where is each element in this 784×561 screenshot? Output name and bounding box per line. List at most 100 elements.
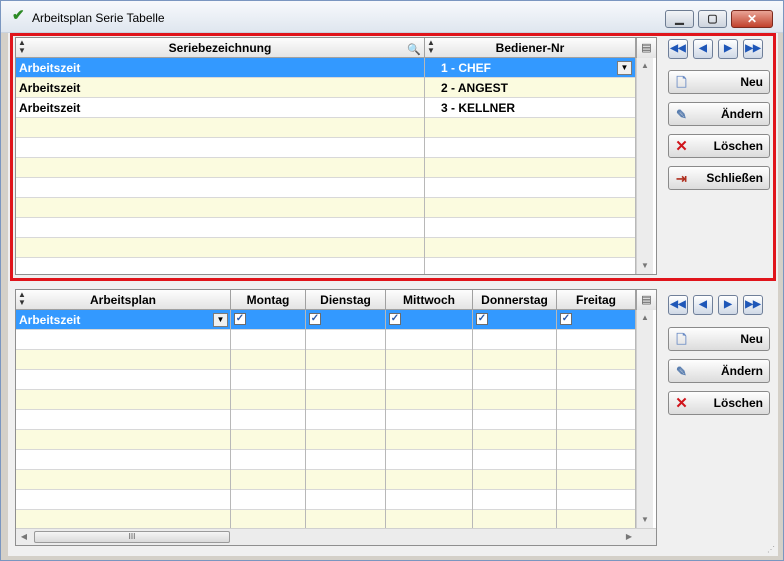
cell-dienstag[interactable] (306, 470, 386, 490)
cell-freitag[interactable] (557, 350, 636, 370)
column-header-dienstag[interactable]: Dienstag (306, 290, 386, 310)
cell-mittwoch[interactable]: ✓ (386, 310, 473, 330)
cell-arbeitsplan[interactable] (16, 410, 231, 430)
cell-freitag[interactable] (557, 410, 636, 430)
empty-row[interactable] (16, 370, 636, 390)
checkbox-mittwoch[interactable]: ✓ (389, 313, 401, 325)
checkbox-freitag[interactable]: ✓ (560, 313, 572, 325)
column-header-freitag[interactable]: Freitag (557, 290, 636, 310)
cell-mittwoch[interactable] (386, 410, 473, 430)
cell-montag[interactable] (231, 470, 306, 490)
cell-dienstag[interactable] (306, 450, 386, 470)
cell-donnerstag[interactable] (473, 450, 557, 470)
cell-montag[interactable] (231, 330, 306, 350)
cell-dienstag[interactable]: ✓ (306, 310, 386, 330)
top-close-button[interactable]: ⇥ Schließen (668, 166, 770, 190)
minimize-button[interactable]: ▁ (665, 10, 694, 28)
cell-donnerstag[interactable] (473, 470, 557, 490)
cell-dienstag[interactable] (306, 430, 386, 450)
empty-row[interactable] (16, 390, 636, 410)
empty-row[interactable] (16, 158, 636, 178)
close-button[interactable]: ✕ (731, 10, 773, 28)
cell-arbeitsplan[interactable] (16, 430, 231, 450)
first-record-button[interactable]: ◀◀ (668, 39, 688, 59)
cell-arbeitsplan[interactable] (16, 370, 231, 390)
search-icon[interactable]: 🔍 (407, 40, 421, 60)
cell-seriebezeichnung[interactable] (16, 158, 425, 178)
empty-row[interactable] (16, 258, 636, 274)
cell-donnerstag[interactable] (473, 410, 557, 430)
horizontal-scrollbar[interactable]: ◀ III ▶ (16, 528, 656, 545)
cell-bediener-nr[interactable] (425, 118, 636, 138)
table-row[interactable]: Arbeitszeit 1 - CHEF ▼ (16, 58, 636, 78)
cell-dienstag[interactable] (306, 370, 386, 390)
cell-montag[interactable] (231, 450, 306, 470)
cell-dienstag[interactable] (306, 390, 386, 410)
column-header-montag[interactable]: Montag (231, 290, 306, 310)
cell-bediener-nr[interactable]: 1 - CHEF (425, 58, 636, 78)
empty-row[interactable] (16, 218, 636, 238)
cell-mittwoch[interactable] (386, 390, 473, 410)
vertical-scrollbar[interactable]: ▲ ▼ (636, 58, 653, 274)
empty-row[interactable] (16, 118, 636, 138)
cell-freitag[interactable] (557, 370, 636, 390)
cell-montag[interactable] (231, 430, 306, 450)
cell-freitag[interactable] (557, 490, 636, 510)
cell-arbeitsplan[interactable] (16, 510, 231, 530)
empty-row[interactable] (16, 238, 636, 258)
cell-seriebezeichnung[interactable] (16, 118, 425, 138)
cell-mittwoch[interactable] (386, 450, 473, 470)
column-header-seriebezeichnung[interactable]: ▲ ▼ Seriebezeichnung 🔍 (16, 38, 425, 58)
empty-row[interactable] (16, 470, 636, 490)
table-row[interactable]: Arbeitszeit ✓ ✓ ✓ ✓ ✓ ▼ (16, 310, 636, 330)
scroll-up-icon[interactable]: ▲ (637, 58, 653, 74)
cell-mittwoch[interactable] (386, 370, 473, 390)
cell-donnerstag[interactable] (473, 510, 557, 530)
cell-bediener-nr[interactable] (425, 178, 636, 198)
checkbox-dienstag[interactable]: ✓ (309, 313, 321, 325)
cell-montag[interactable] (231, 370, 306, 390)
bottom-new-button[interactable]: 🗋 Neu (668, 327, 770, 351)
cell-donnerstag[interactable]: ✓ (473, 310, 557, 330)
column-header-bediener-nr[interactable]: ▲ ▼ Bediener-Nr (425, 38, 636, 58)
last-record-button[interactable]: ▶▶ (743, 39, 763, 59)
cell-bediener-nr[interactable] (425, 238, 636, 258)
cell-freitag[interactable]: ✓ (557, 310, 636, 330)
next-record-button[interactable]: ▶ (718, 39, 738, 59)
cell-dienstag[interactable] (306, 490, 386, 510)
empty-row[interactable] (16, 350, 636, 370)
column-chooser-icon[interactable]: ▤ (636, 290, 656, 310)
empty-row[interactable] (16, 450, 636, 470)
empty-row[interactable] (16, 198, 636, 218)
empty-row[interactable] (16, 410, 636, 430)
maximize-button[interactable]: ▢ (698, 10, 727, 28)
empty-row[interactable] (16, 138, 636, 158)
scroll-right-icon[interactable]: ▶ (621, 529, 637, 545)
cell-bediener-nr[interactable] (425, 258, 636, 274)
scroll-left-icon[interactable]: ◀ (16, 529, 32, 545)
cell-montag[interactable]: ✓ (231, 310, 306, 330)
cell-bediener-nr[interactable] (425, 198, 636, 218)
top-edit-button[interactable]: ✎ Ändern (668, 102, 770, 126)
top-delete-button[interactable]: ✕ Löschen (668, 134, 770, 158)
resize-grip-icon[interactable]: ⋰ (767, 545, 775, 554)
cell-seriebezeichnung[interactable] (16, 138, 425, 158)
cell-donnerstag[interactable] (473, 330, 557, 350)
cell-bediener-nr[interactable]: 3 - KELLNER (425, 98, 636, 118)
cell-bediener-nr[interactable]: 2 - ANGEST (425, 78, 636, 98)
cell-freitag[interactable] (557, 450, 636, 470)
bottom-delete-button[interactable]: ✕ Löschen (668, 391, 770, 415)
cell-dienstag[interactable] (306, 510, 386, 530)
checkbox-montag[interactable]: ✓ (234, 313, 246, 325)
cell-freitag[interactable] (557, 430, 636, 450)
empty-row[interactable] (16, 178, 636, 198)
table-row[interactable]: Arbeitszeit 3 - KELLNER (16, 98, 636, 118)
scroll-down-icon[interactable]: ▼ (637, 258, 653, 274)
column-header-donnerstag[interactable]: Donnerstag (473, 290, 557, 310)
cell-montag[interactable] (231, 410, 306, 430)
cell-arbeitsplan[interactable] (16, 390, 231, 410)
cell-dienstag[interactable] (306, 330, 386, 350)
cell-freitag[interactable] (557, 470, 636, 490)
cell-arbeitsplan[interactable] (16, 350, 231, 370)
empty-row[interactable] (16, 510, 636, 530)
